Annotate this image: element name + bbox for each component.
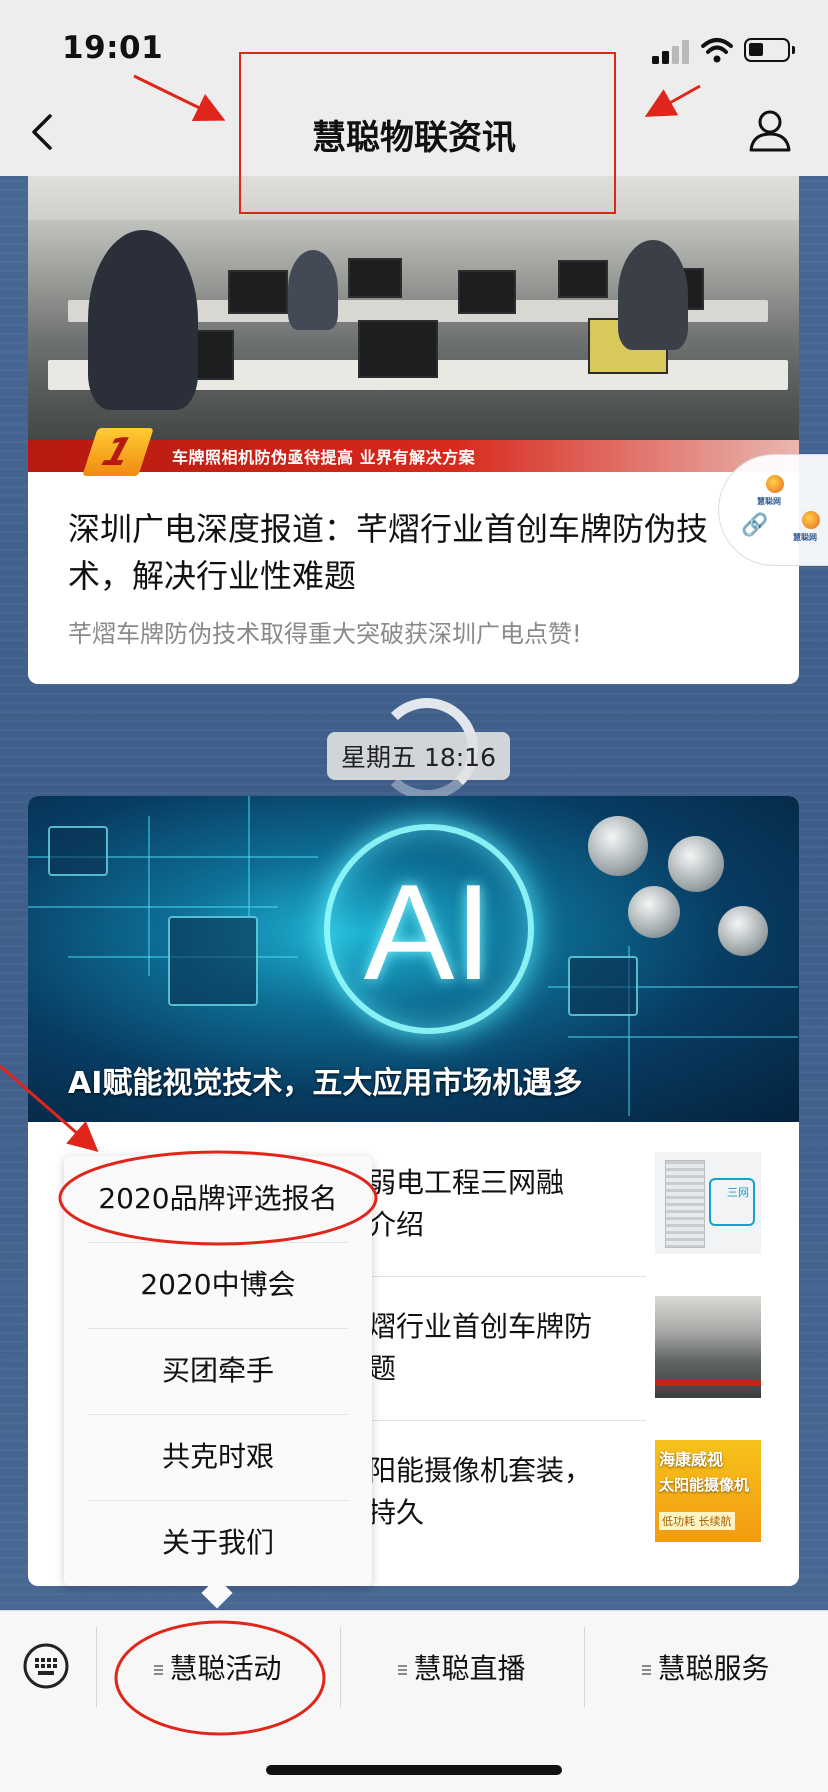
keyboard-icon[interactable] <box>22 1642 70 1690</box>
ai-banner-image[interactable]: AI AI赋能视觉技术，五大应用市场机遇多 <box>28 796 799 1122</box>
article-card-1[interactable]: 1 车牌照相机防伪亟待提高 业界有解决方案 深圳广电深度报道：芊熠行业首创车牌防… <box>28 150 799 684</box>
floating-widget[interactable]: 慧聪网 🔗 慧聪网 <box>718 454 828 566</box>
list-item-title: 阳能摄像机套装， 持久 <box>368 1454 593 1529</box>
submenu-indicator-icon <box>154 1665 164 1675</box>
annotation-box <box>239 52 616 214</box>
article-description: 芊熠车牌防伪技术取得重大突破获深圳广电点赞! <box>68 620 582 648</box>
profile-icon[interactable] <box>748 108 792 154</box>
list-item-thumbnail: 海康威视 太阳能摄像机 低功耗 长续航 <box>655 1440 761 1542</box>
bottom-menu-activities[interactable]: 慧聪活动 <box>97 1647 339 1687</box>
list-item-thumbnail <box>655 1296 761 1398</box>
wifi-icon <box>701 38 733 63</box>
menu-item-overcome[interactable]: 共克时艰 <box>88 1414 348 1500</box>
list-item-title: 弱电工程三网融 介绍 <box>368 1166 565 1241</box>
battery-icon <box>744 38 795 62</box>
ai-banner-caption: AI赋能视觉技术，五大应用市场机遇多 <box>68 1066 583 1101</box>
ai-banner-text: AI <box>363 856 493 1008</box>
menu-item-about-us[interactable]: 关于我们 <box>88 1500 348 1586</box>
list-item-thumbnail: 三网 <box>655 1152 761 1254</box>
news-ribbon-text: 车牌照相机防伪亟待提高 业界有解决方案 <box>172 448 476 467</box>
bottom-menu-live[interactable]: 慧聪直播 <box>341 1647 583 1687</box>
message-timestamp: 星期五 18:16 <box>327 732 510 780</box>
huicong-logo-icon: 慧聪网 <box>757 475 793 509</box>
home-indicator <box>266 1765 562 1775</box>
submenu-popup: 2020品牌评选报名 2020中博会 买团牵手 共克时艰 关于我们 <box>64 1156 372 1586</box>
menu-item-brand-selection[interactable]: 2020品牌评选报名 <box>88 1156 348 1242</box>
submenu-indicator-icon <box>398 1665 408 1675</box>
link-icon: 🔗 <box>741 513 769 538</box>
status-time: 19:01 <box>62 30 164 66</box>
huicong-logo-icon: 慧聪网 <box>791 511 828 547</box>
menu-item-group-buy[interactable]: 买团牵手 <box>88 1328 348 1414</box>
article-title[interactable]: 深圳广电深度报道：芊熠行业首创车牌防伪技术，解决行业性难题 <box>68 506 758 600</box>
submenu-indicator-icon <box>642 1665 652 1675</box>
cellular-signal-icon <box>652 40 690 64</box>
list-item-title: 熠行业首创车牌防题 <box>368 1310 593 1385</box>
menu-item-expo[interactable]: 2020中博会 <box>88 1242 348 1328</box>
bottom-menu-services[interactable]: 慧聪服务 <box>585 1647 827 1687</box>
